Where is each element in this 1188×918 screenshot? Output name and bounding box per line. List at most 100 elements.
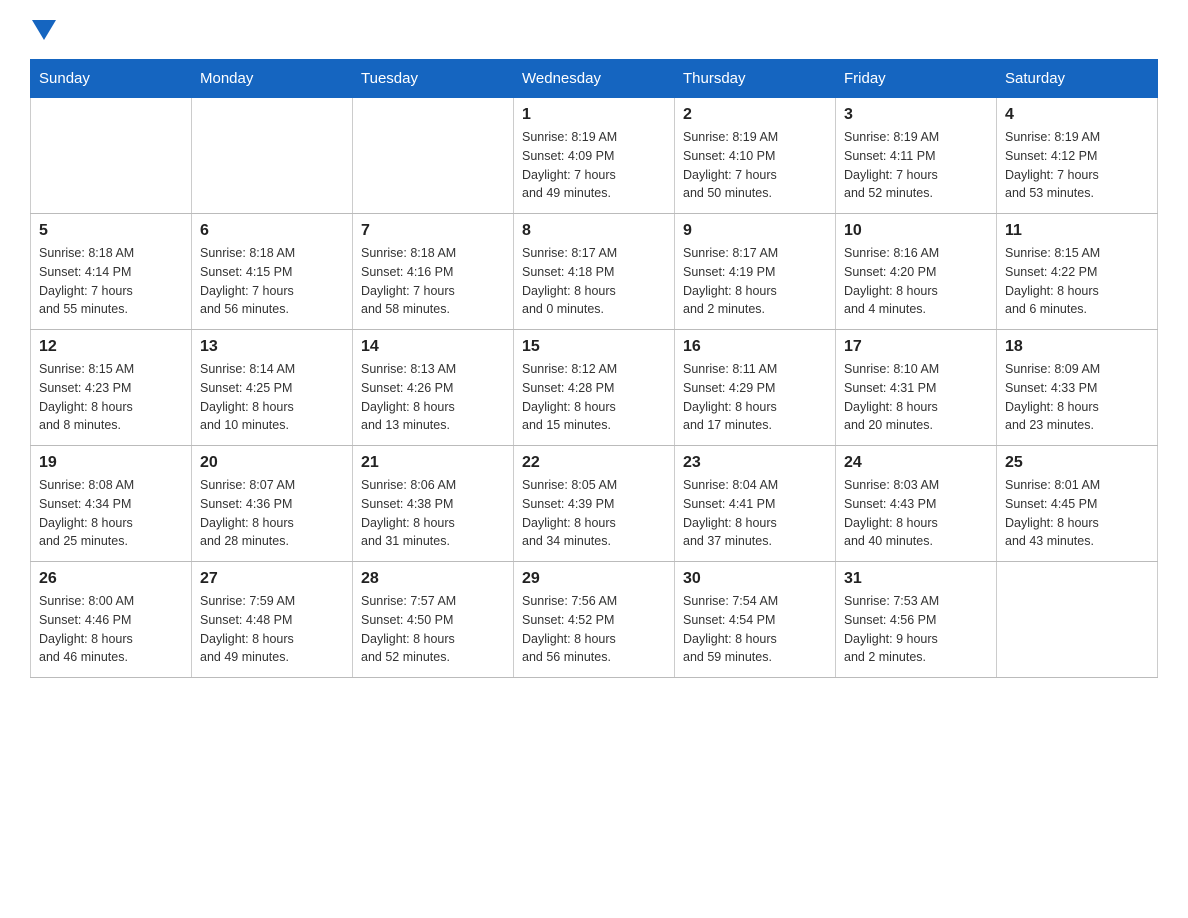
calendar-cell: 2Sunrise: 8:19 AM Sunset: 4:10 PM Daylig… <box>675 98 836 214</box>
day-number: 16 <box>683 338 827 356</box>
day-info: Sunrise: 7:57 AM Sunset: 4:50 PM Dayligh… <box>361 592 505 667</box>
calendar-cell: 28 Sunrise: 7:57 AM Sunset: 4:50 PM Dayli… <box>353 562 514 678</box>
calendar-cell: 18Sunrise: 8:09 AM Sunset: 4:33 PM Dayli… <box>997 330 1158 446</box>
day-info: Sunrise: 8:19 AM Sunset: 4:11 PM Dayligh… <box>844 128 988 203</box>
day-info: Sunrise: 8:06 AM Sunset: 4:38 PM Dayligh… <box>361 476 505 551</box>
weekday-header-thursday: Thursday <box>675 60 836 98</box>
day-info: Sunrise: 8:15 AM Sunset: 4:23 PM Dayligh… <box>39 360 183 435</box>
page-header <box>30 20 1158 49</box>
day-info: Sunrise: 8:07 AM Sunset: 4:36 PM Dayligh… <box>200 476 344 551</box>
calendar-cell: 13Sunrise: 8:14 AM Sunset: 4:25 PM Dayli… <box>192 330 353 446</box>
day-number: 26 <box>39 570 183 588</box>
day-number: 1 <box>522 106 666 124</box>
day-number: 28 <box>361 570 505 588</box>
calendar-week-5: 26 Sunrise: 8:00 AM Sunset: 4:46 PM Dayli… <box>31 562 1158 678</box>
weekday-header-tuesday: Tuesday <box>353 60 514 98</box>
calendar-cell: 23Sunrise: 8:04 AM Sunset: 4:41 PM Dayli… <box>675 446 836 562</box>
day-number: 11 <box>1005 222 1149 240</box>
day-info: Sunrise: 8:04 AM Sunset: 4:41 PM Dayligh… <box>683 476 827 551</box>
day-info: Sunrise: 7:53 AM Sunset: 4:56 PM Dayligh… <box>844 592 988 667</box>
calendar-cell: 19 Sunrise: 8:08 AM Sunset: 4:34 PM Dayli… <box>31 446 192 562</box>
day-number: 29 <box>522 570 666 588</box>
day-info: Sunrise: 8:09 AM Sunset: 4:33 PM Dayligh… <box>1005 360 1149 435</box>
day-info: Sunrise: 8:12 AM Sunset: 4:28 PM Dayligh… <box>522 360 666 435</box>
calendar-cell: 15 Sunrise: 8:12 AM Sunset: 4:28 PM Dayli… <box>514 330 675 446</box>
day-info: Sunrise: 8:18 AM Sunset: 4:14 PM Dayligh… <box>39 244 183 319</box>
day-number: 12 <box>39 338 183 356</box>
day-info: Sunrise: 8:17 AM Sunset: 4:19 PM Dayligh… <box>683 244 827 319</box>
calendar-week-3: 12 Sunrise: 8:15 AM Sunset: 4:23 PM Dayli… <box>31 330 1158 446</box>
calendar-cell <box>997 562 1158 678</box>
day-number: 3 <box>844 106 988 124</box>
calendar-cell: 25Sunrise: 8:01 AM Sunset: 4:45 PM Dayli… <box>997 446 1158 562</box>
day-number: 4 <box>1005 106 1149 124</box>
day-info: Sunrise: 8:10 AM Sunset: 4:31 PM Dayligh… <box>844 360 988 435</box>
calendar-cell: 7 Sunrise: 8:18 AM Sunset: 4:16 PM Daylig… <box>353 214 514 330</box>
calendar-cell: 29Sunrise: 7:56 AM Sunset: 4:52 PM Dayli… <box>514 562 675 678</box>
calendar-cell: 14 Sunrise: 8:13 AM Sunset: 4:26 PM Dayli… <box>353 330 514 446</box>
day-number: 6 <box>200 222 344 240</box>
calendar-cell: 24 Sunrise: 8:03 AM Sunset: 4:43 PM Dayli… <box>836 446 997 562</box>
weekday-header-wednesday: Wednesday <box>514 60 675 98</box>
weekday-header-sunday: Sunday <box>31 60 192 98</box>
calendar-cell <box>31 98 192 214</box>
logo-text <box>30 20 56 49</box>
day-info: Sunrise: 7:54 AM Sunset: 4:54 PM Dayligh… <box>683 592 827 667</box>
calendar-cell: 3 Sunrise: 8:19 AM Sunset: 4:11 PM Daylig… <box>836 98 997 214</box>
calendar-cell: 26 Sunrise: 8:00 AM Sunset: 4:46 PM Dayli… <box>31 562 192 678</box>
day-info: Sunrise: 8:03 AM Sunset: 4:43 PM Dayligh… <box>844 476 988 551</box>
calendar-cell: 11 Sunrise: 8:15 AM Sunset: 4:22 PM Dayli… <box>997 214 1158 330</box>
calendar-week-2: 5Sunrise: 8:18 AM Sunset: 4:14 PM Daylig… <box>31 214 1158 330</box>
calendar-cell: 5Sunrise: 8:18 AM Sunset: 4:14 PM Daylig… <box>31 214 192 330</box>
calendar-cell: 30 Sunrise: 7:54 AM Sunset: 4:54 PM Dayli… <box>675 562 836 678</box>
day-info: Sunrise: 8:19 AM Sunset: 4:09 PM Dayligh… <box>522 128 666 203</box>
day-number: 15 <box>522 338 666 356</box>
day-number: 21 <box>361 454 505 472</box>
day-number: 7 <box>361 222 505 240</box>
day-info: Sunrise: 8:08 AM Sunset: 4:34 PM Dayligh… <box>39 476 183 551</box>
calendar-cell: 6 Sunrise: 8:18 AM Sunset: 4:15 PM Daylig… <box>192 214 353 330</box>
calendar-cell <box>192 98 353 214</box>
day-info: Sunrise: 8:16 AM Sunset: 4:20 PM Dayligh… <box>844 244 988 319</box>
day-info: Sunrise: 8:11 AM Sunset: 4:29 PM Dayligh… <box>683 360 827 435</box>
day-number: 30 <box>683 570 827 588</box>
day-info: Sunrise: 7:59 AM Sunset: 4:48 PM Dayligh… <box>200 592 344 667</box>
logo-triangle-icon <box>32 20 56 40</box>
calendar-cell: 17 Sunrise: 8:10 AM Sunset: 4:31 PM Dayli… <box>836 330 997 446</box>
calendar-cell: 27 Sunrise: 7:59 AM Sunset: 4:48 PM Dayli… <box>192 562 353 678</box>
day-number: 27 <box>200 570 344 588</box>
calendar-cell: 31Sunrise: 7:53 AM Sunset: 4:56 PM Dayli… <box>836 562 997 678</box>
day-info: Sunrise: 8:15 AM Sunset: 4:22 PM Dayligh… <box>1005 244 1149 319</box>
day-number: 24 <box>844 454 988 472</box>
calendar-cell: 21 Sunrise: 8:06 AM Sunset: 4:38 PM Dayli… <box>353 446 514 562</box>
day-number: 10 <box>844 222 988 240</box>
calendar-cell: 16 Sunrise: 8:11 AM Sunset: 4:29 PM Dayli… <box>675 330 836 446</box>
calendar-cell: 1 Sunrise: 8:19 AM Sunset: 4:09 PM Daylig… <box>514 98 675 214</box>
weekday-header-saturday: Saturday <box>997 60 1158 98</box>
day-number: 19 <box>39 454 183 472</box>
day-info: Sunrise: 8:18 AM Sunset: 4:16 PM Dayligh… <box>361 244 505 319</box>
day-number: 17 <box>844 338 988 356</box>
weekday-header-friday: Friday <box>836 60 997 98</box>
calendar-cell: 12 Sunrise: 8:15 AM Sunset: 4:23 PM Dayli… <box>31 330 192 446</box>
calendar-table: SundayMondayTuesdayWednesdayThursdayFrid… <box>30 59 1158 678</box>
day-info: Sunrise: 8:18 AM Sunset: 4:15 PM Dayligh… <box>200 244 344 319</box>
calendar-cell <box>353 98 514 214</box>
day-number: 2 <box>683 106 827 124</box>
day-info: Sunrise: 8:13 AM Sunset: 4:26 PM Dayligh… <box>361 360 505 435</box>
day-info: Sunrise: 8:00 AM Sunset: 4:46 PM Dayligh… <box>39 592 183 667</box>
calendar-cell: 22Sunrise: 8:05 AM Sunset: 4:39 PM Dayli… <box>514 446 675 562</box>
day-number: 14 <box>361 338 505 356</box>
calendar-cell: 10 Sunrise: 8:16 AM Sunset: 4:20 PM Dayli… <box>836 214 997 330</box>
weekday-header-monday: Monday <box>192 60 353 98</box>
calendar-cell: 8Sunrise: 8:17 AM Sunset: 4:18 PM Daylig… <box>514 214 675 330</box>
day-info: Sunrise: 8:19 AM Sunset: 4:12 PM Dayligh… <box>1005 128 1149 203</box>
day-info: Sunrise: 8:14 AM Sunset: 4:25 PM Dayligh… <box>200 360 344 435</box>
weekday-header-row: SundayMondayTuesdayWednesdayThursdayFrid… <box>31 60 1158 98</box>
calendar-cell: 20Sunrise: 8:07 AM Sunset: 4:36 PM Dayli… <box>192 446 353 562</box>
calendar-cell: 9Sunrise: 8:17 AM Sunset: 4:19 PM Daylig… <box>675 214 836 330</box>
calendar-week-4: 19 Sunrise: 8:08 AM Sunset: 4:34 PM Dayli… <box>31 446 1158 562</box>
day-info: Sunrise: 8:01 AM Sunset: 4:45 PM Dayligh… <box>1005 476 1149 551</box>
calendar-week-1: 1 Sunrise: 8:19 AM Sunset: 4:09 PM Daylig… <box>31 98 1158 214</box>
day-number: 22 <box>522 454 666 472</box>
